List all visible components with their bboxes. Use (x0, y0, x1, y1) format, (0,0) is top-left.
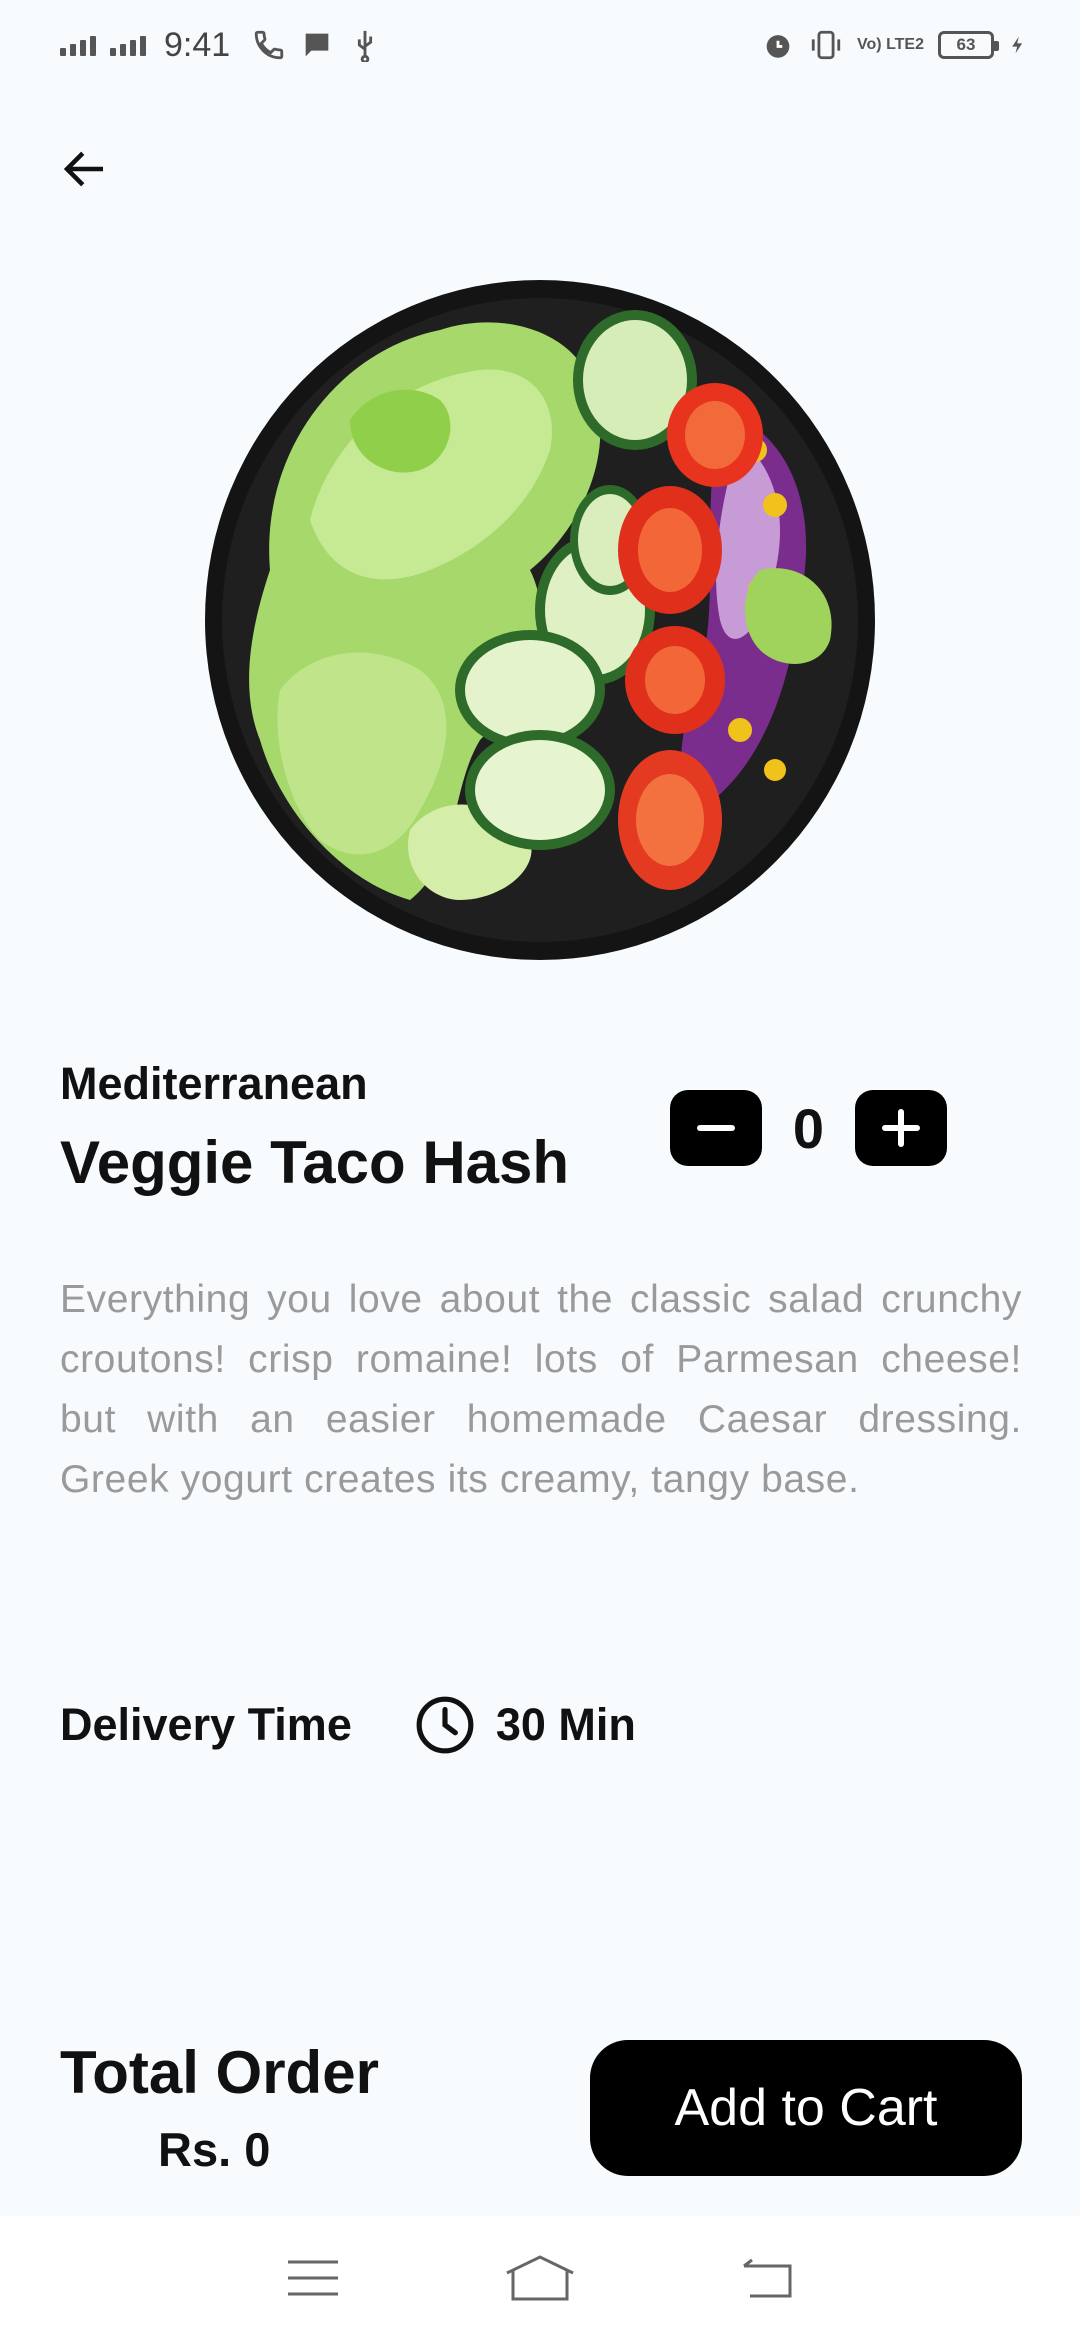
quantity-value: 0 (792, 1096, 825, 1160)
plus-icon (882, 1109, 920, 1147)
vibrate-icon (811, 30, 841, 60)
delivery-time-label: Delivery Time (60, 1699, 352, 1750)
product-detail-screen: 9:41 Vo) LTE2 63 Mediterranean Veggie Ta… (0, 0, 1080, 2340)
status-time: 9:41 (164, 25, 231, 64)
total-order-label: Total Order (60, 2039, 379, 2106)
dish-description: Everything you love about the classic sa… (60, 1278, 1022, 1501)
nav-menu-button[interactable] (273, 2238, 353, 2318)
total-order-amount: Rs. 0 (158, 2123, 271, 2176)
network-type: Vo) LTE2 (857, 36, 924, 53)
status-bar: 9:41 Vo) LTE2 63 (0, 0, 1080, 90)
nav-home-button[interactable] (500, 2238, 580, 2318)
menu-icon (288, 2260, 339, 2296)
quantity-stepper: 0 (670, 1090, 947, 1166)
status-right: Vo) LTE2 63 (761, 28, 1028, 62)
clock-icon (414, 1694, 476, 1756)
dish-name: Veggie Taco Hash (60, 1129, 570, 1196)
status-left: 9:41 (60, 26, 382, 65)
back-button[interactable] (50, 134, 120, 204)
nav-back-button[interactable] (727, 2238, 807, 2318)
dish-category: Mediterranean (60, 1058, 368, 1109)
phone-call-icon (255, 30, 284, 60)
minus-icon (697, 1125, 735, 1131)
battery-level: 63 (956, 35, 976, 54)
signal-icon (60, 34, 96, 56)
increase-quantity-button[interactable] (855, 1090, 947, 1166)
message-icon (305, 33, 329, 57)
delivery-time-value: 30 Min (495, 1699, 636, 1750)
alarm-icon (766, 35, 790, 58)
usb-icon (358, 30, 373, 62)
arrow-left-icon (63, 151, 103, 187)
system-nav-bar (0, 2216, 1080, 2340)
home-icon (506, 2255, 574, 2301)
battery-icon: 63 (938, 31, 999, 59)
add-to-cart-button[interactable]: Add to Cart (590, 2040, 1022, 2176)
decrease-quantity-button[interactable] (670, 1090, 762, 1166)
back-icon (742, 2258, 792, 2298)
delivery-time-row: Delivery Time 30 Min (60, 1690, 636, 1760)
signal-icon (110, 34, 146, 56)
charging-icon (1012, 36, 1023, 54)
salad-bowl-image (205, 280, 875, 960)
